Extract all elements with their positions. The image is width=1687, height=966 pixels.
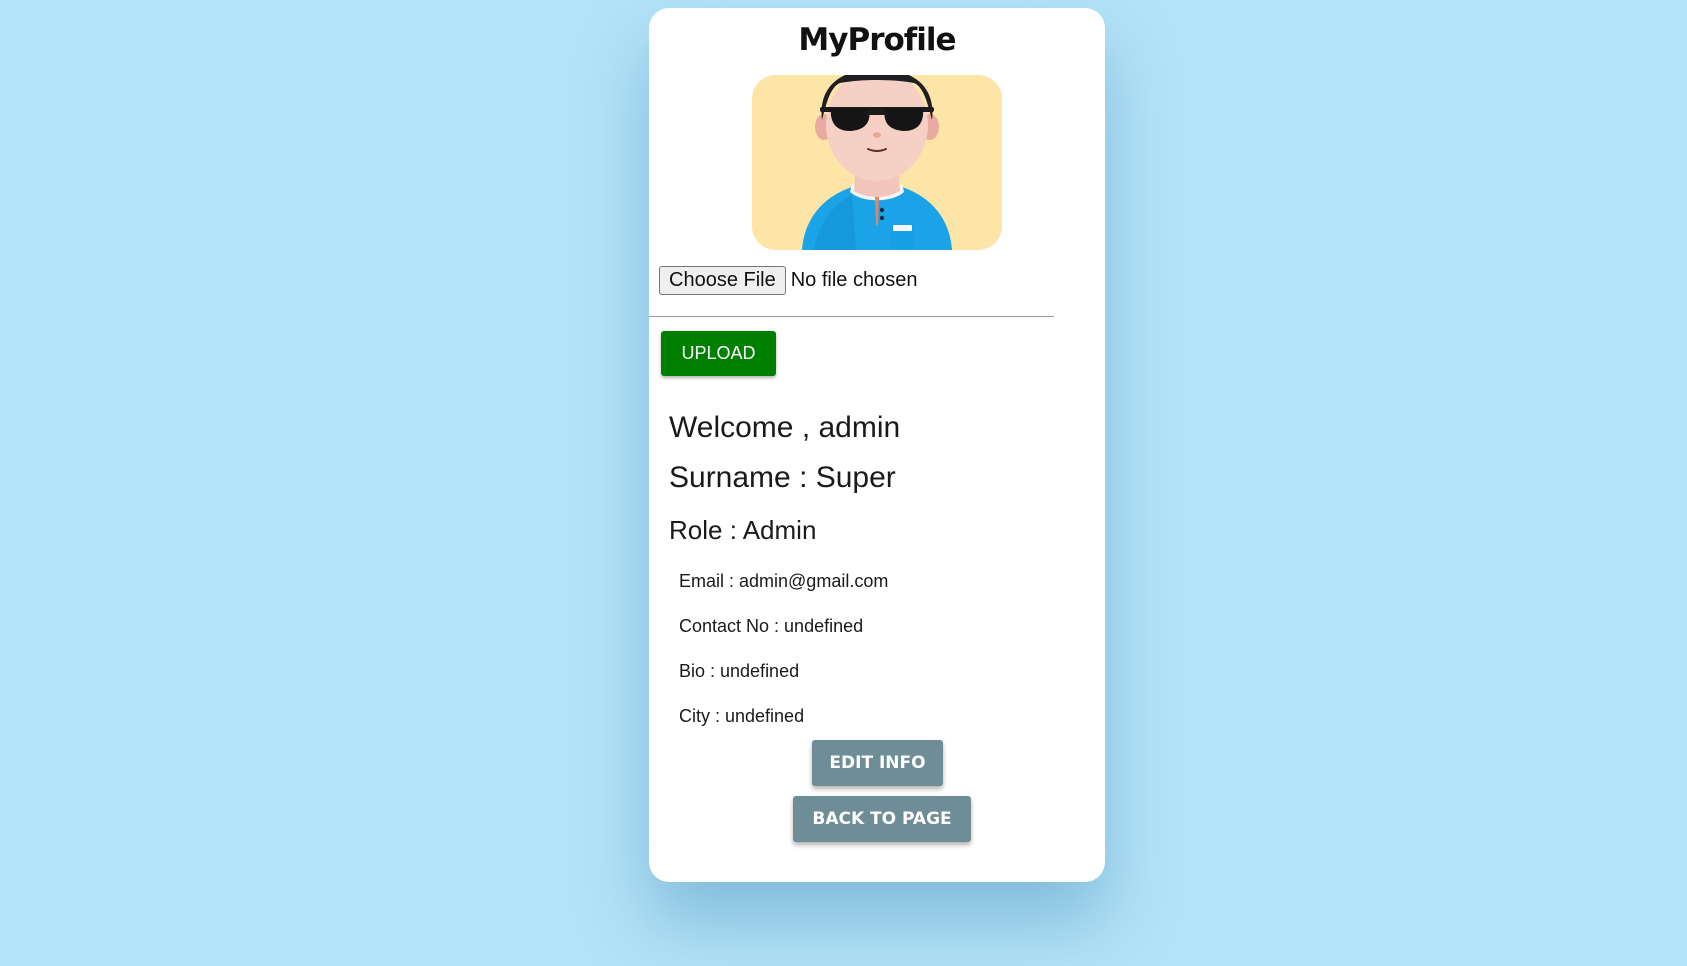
user-avatar-icon	[752, 75, 1002, 250]
upload-button[interactable]: UPLOAD	[661, 331, 776, 376]
file-status-text: No file chosen	[790, 269, 918, 291]
city-text: City : undefined	[679, 706, 805, 726]
divider	[649, 316, 1054, 317]
back-to-page-button[interactable]: BACK TO PAGE	[793, 796, 971, 842]
welcome-text: Welcome , admin	[669, 411, 901, 444]
page-title: MyProfile	[798, 22, 956, 58]
contact-text: Contact No : undefined	[679, 616, 864, 636]
profile-card: MyProfile Choose File No file chosen UPL…	[649, 8, 1105, 882]
role-text: Role : Admin	[669, 515, 817, 545]
choose-file-button[interactable]: Choose File	[659, 266, 786, 295]
email-text: Email : admin@gmail.com	[679, 571, 889, 591]
surname-text: Surname : Super	[669, 461, 896, 494]
file-input[interactable]: Choose File No file chosen	[659, 266, 917, 295]
avatar	[752, 75, 1002, 250]
edit-info-button[interactable]: EDIT INFO	[812, 740, 943, 786]
bio-text: Bio : undefined	[679, 661, 800, 681]
